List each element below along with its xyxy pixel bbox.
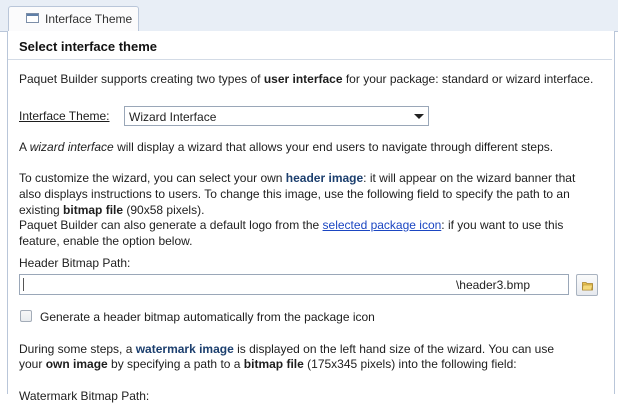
wizard-description: A wizard interface will display a wizard…	[19, 140, 554, 154]
header-bitmap-path-label: Header Bitmap Path:	[19, 256, 131, 270]
section-divider	[8, 59, 612, 60]
header-bitmap-path-value: \header3.bmp	[455, 278, 530, 292]
window-tab-icon	[26, 13, 39, 23]
customize-line-3: existing bitmap file (90x58 pixels).	[19, 203, 205, 217]
customize-line-4: Paquet Builder can also generate a defau…	[19, 218, 564, 232]
browse-header-button[interactable]	[576, 274, 598, 296]
auto-header-label[interactable]: Generate a header bitmap automatically f…	[40, 310, 375, 324]
intro-text: Paquet Builder supports creating two typ…	[19, 72, 594, 86]
text-caret	[23, 278, 24, 291]
watermark-line-2: your own image by specifying a path to a…	[19, 357, 517, 371]
interface-theme-value: Wizard Interface	[129, 110, 217, 124]
selected-package-icon-link[interactable]: selected package icon	[323, 218, 442, 232]
header-bitmap-path-input[interactable]: \header3.bmp	[19, 274, 569, 295]
chevron-down-icon[interactable]	[414, 114, 424, 119]
tab-label: Interface Theme	[45, 12, 133, 26]
customize-line-5: feature, enable the option below.	[19, 234, 193, 248]
watermark-bitmap-path-label: Watermark Bitmap Path:	[19, 389, 150, 403]
tab-interface-theme[interactable]: Interface Theme	[8, 6, 139, 31]
section-title: Select interface theme	[19, 39, 158, 54]
folder-icon	[582, 282, 593, 291]
interface-theme-label: Interface Theme:	[19, 109, 110, 123]
auto-header-checkbox[interactable]	[20, 310, 32, 322]
tab-strip: Interface Theme	[0, 0, 618, 32]
interface-theme-select[interactable]: Wizard Interface	[124, 106, 429, 126]
customize-line-2: also displays instructions to users. To …	[19, 187, 570, 201]
watermark-line-1: During some steps, a watermark image is …	[19, 342, 554, 356]
customize-line-1: To customize the wizard, you can select …	[19, 171, 576, 185]
